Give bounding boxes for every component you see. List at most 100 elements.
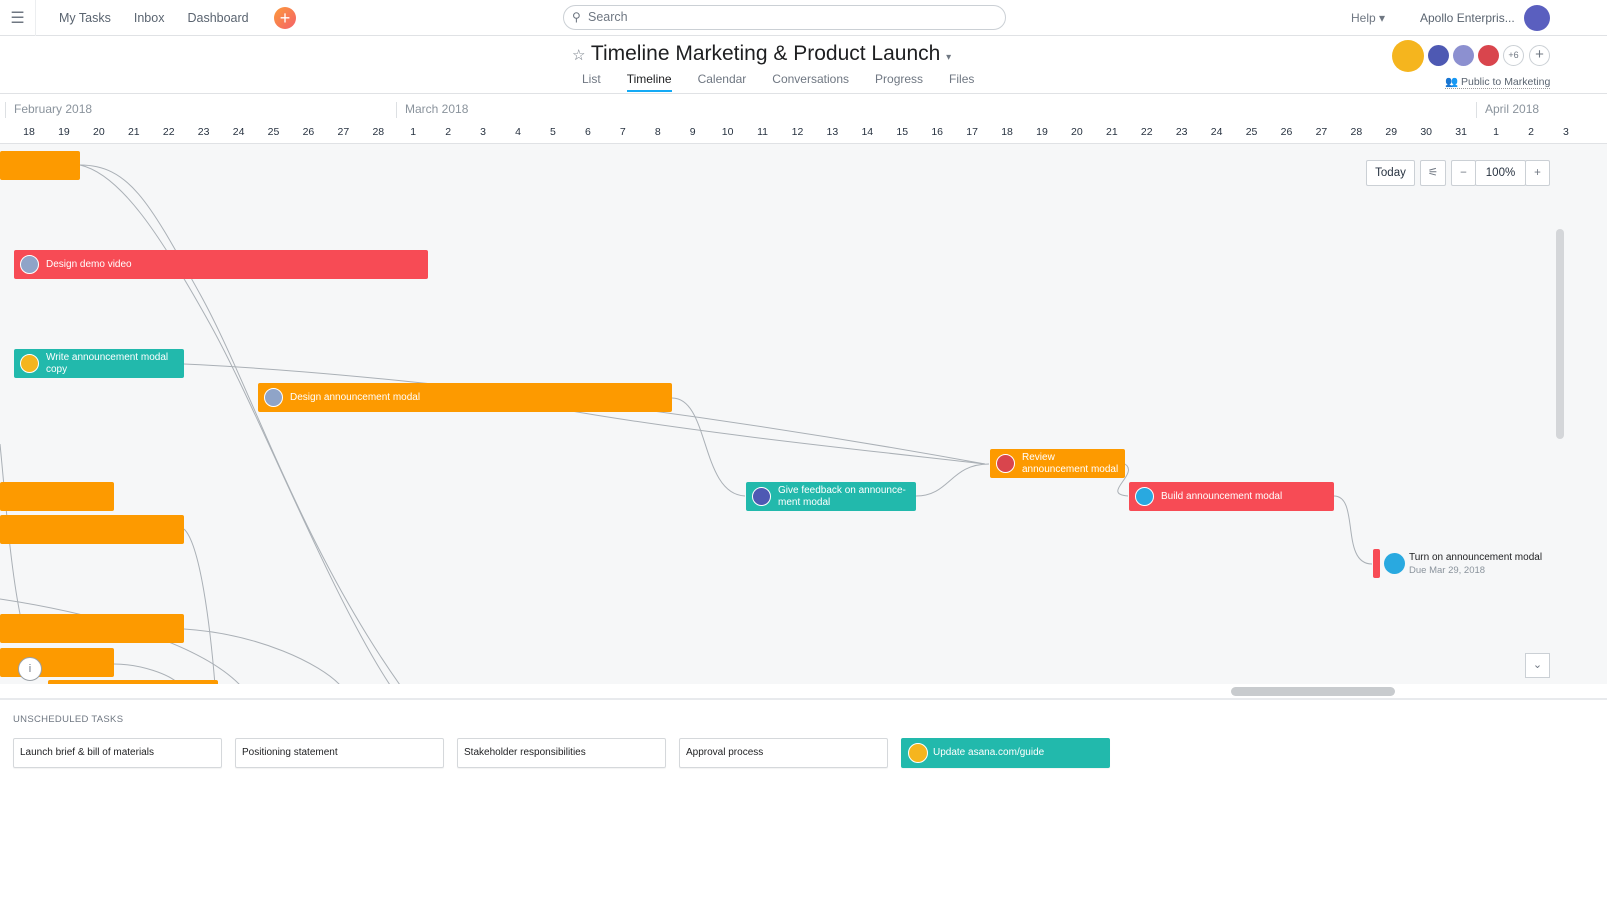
day-label: 1 bbox=[1493, 126, 1499, 138]
day-label: 19 bbox=[1036, 126, 1048, 138]
task-bar-give-feedback[interactable]: Give feedback on announce-ment modal bbox=[746, 482, 916, 511]
task-bar-write-announcement-modal-copy[interactable]: Write announcement modal copy bbox=[14, 349, 184, 378]
nav-my-tasks[interactable]: My Tasks bbox=[59, 11, 111, 25]
divider bbox=[0, 698, 1607, 700]
month-label: February 2018 bbox=[5, 102, 92, 118]
day-label: 13 bbox=[826, 126, 839, 138]
day-label: 25 bbox=[267, 126, 280, 138]
zoom-in-button[interactable]: + bbox=[1525, 160, 1550, 186]
day-label: 4 bbox=[515, 126, 521, 138]
tab-conversations[interactable]: Conversations bbox=[772, 72, 849, 92]
people-icon: 👥 bbox=[1445, 76, 1459, 88]
milestone-marker[interactable] bbox=[1373, 549, 1380, 578]
day-label: 26 bbox=[302, 126, 315, 138]
help-menu[interactable]: Help ▾ bbox=[1351, 11, 1385, 25]
chevron-down-icon[interactable]: ▾ bbox=[946, 52, 951, 63]
day-label: 23 bbox=[197, 126, 210, 138]
day-label: 17 bbox=[966, 126, 978, 138]
unscheduled-task[interactable]: Positioning statement bbox=[235, 738, 444, 768]
org-switcher[interactable]: Apollo Enterpris... bbox=[1420, 11, 1515, 25]
day-label: 21 bbox=[127, 126, 140, 138]
unscheduled-label: UNSCHEDULED TASKS bbox=[13, 714, 124, 725]
task-bar-build-announcement-modal[interactable]: Build announcement modal bbox=[1129, 482, 1334, 511]
day-label: 16 bbox=[931, 126, 944, 138]
horizontal-scrollbar[interactable] bbox=[1231, 687, 1395, 696]
info-icon[interactable]: i bbox=[18, 657, 42, 681]
day-label: 18 bbox=[23, 126, 35, 138]
day-label: 28 bbox=[1350, 126, 1363, 138]
day-label: 22 bbox=[1140, 126, 1153, 138]
user-avatar[interactable] bbox=[1524, 5, 1550, 31]
day-label: 23 bbox=[1175, 126, 1188, 138]
day-label: 27 bbox=[337, 126, 350, 138]
tab-timeline[interactable]: Timeline bbox=[626, 72, 672, 92]
star-icon[interactable]: ☆ bbox=[572, 47, 585, 64]
task-bar[interactable] bbox=[48, 680, 218, 684]
task-bar[interactable] bbox=[0, 515, 184, 544]
day-label: 3 bbox=[480, 126, 486, 138]
tab-progress[interactable]: Progress bbox=[875, 72, 923, 92]
timeline-canvas[interactable]: Design demo video Write announcement mod… bbox=[0, 143, 1607, 684]
day-label: 7 bbox=[619, 126, 626, 138]
assignee-avatar bbox=[996, 454, 1015, 473]
menu-icon[interactable]: ☰ bbox=[0, 0, 36, 36]
assignee-avatar bbox=[1135, 487, 1154, 506]
tab-files[interactable]: Files bbox=[949, 72, 974, 92]
day-label: 19 bbox=[58, 126, 70, 138]
member-avatar[interactable] bbox=[1478, 45, 1499, 66]
quick-add-button[interactable]: + bbox=[274, 7, 296, 29]
member-avatar[interactable] bbox=[1428, 45, 1449, 66]
month-label: April 2018 bbox=[1476, 102, 1539, 118]
day-label: 26 bbox=[1280, 126, 1293, 138]
tab-list[interactable]: List bbox=[582, 72, 601, 92]
task-bar[interactable] bbox=[0, 614, 184, 643]
day-label: 20 bbox=[93, 126, 105, 138]
task-turn-on-announcement-modal[interactable]: Turn on announcement modal bbox=[1409, 552, 1542, 563]
day-label: 10 bbox=[721, 126, 734, 138]
day-label: 21 bbox=[1105, 126, 1118, 138]
search-input[interactable]: ⚲ Search bbox=[563, 5, 1006, 30]
tab-calendar[interactable]: Calendar bbox=[698, 72, 747, 92]
member-avatar[interactable] bbox=[1453, 45, 1474, 66]
day-label: 2 bbox=[1528, 126, 1534, 138]
day-label: 31 bbox=[1455, 126, 1467, 138]
task-bar-review-announcement-modal[interactable]: Review announcement modal bbox=[990, 449, 1125, 478]
scroll-down-button[interactable]: ⌄ bbox=[1525, 653, 1550, 678]
unscheduled-task[interactable]: Launch brief & bill of materials bbox=[13, 738, 222, 768]
task-bar[interactable] bbox=[0, 151, 80, 180]
day-label: 2 bbox=[445, 126, 452, 138]
more-members-badge[interactable]: +6 bbox=[1503, 45, 1524, 66]
day-label: 6 bbox=[584, 126, 591, 138]
zoom-out-button[interactable]: − bbox=[1451, 160, 1476, 186]
task-bar-design-announcement-modal[interactable]: Design announcement modal bbox=[258, 383, 672, 412]
privacy-setting[interactable]: 👥 Public to Marketing bbox=[1445, 75, 1551, 89]
nav-dashboard[interactable]: Dashboard bbox=[187, 11, 248, 25]
nav-inbox[interactable]: Inbox bbox=[134, 11, 165, 25]
zoom-level: 100% bbox=[1475, 160, 1526, 186]
assignee-avatar bbox=[20, 354, 39, 373]
task-bar-design-demo-video[interactable]: Design demo video bbox=[14, 250, 428, 279]
day-label: 18 bbox=[1001, 126, 1013, 138]
filter-settings-icon[interactable]: ⚟ bbox=[1420, 160, 1446, 186]
dependency-lines bbox=[0, 164, 1373, 684]
day-label: 3 bbox=[1562, 126, 1569, 138]
owner-avatar[interactable] bbox=[1392, 40, 1424, 72]
day-label: 27 bbox=[1315, 126, 1328, 138]
today-button[interactable]: Today bbox=[1366, 160, 1415, 186]
task-bar[interactable] bbox=[0, 648, 114, 677]
unscheduled-task[interactable]: Update asana.com/guide bbox=[901, 738, 1110, 768]
assignee-avatar bbox=[20, 255, 39, 274]
day-label: 20 bbox=[1071, 126, 1083, 138]
project-title: ☆ Timeline Marketing & Product Launch ▾ bbox=[572, 42, 952, 65]
unscheduled-task[interactable]: Stakeholder responsibilities bbox=[457, 738, 666, 768]
unscheduled-task[interactable]: Approval process bbox=[679, 738, 888, 768]
day-label: 9 bbox=[689, 126, 696, 138]
day-label: 24 bbox=[232, 126, 245, 138]
add-member-button[interactable]: + bbox=[1529, 45, 1550, 66]
day-label: 28 bbox=[372, 126, 385, 138]
task-due-date: Due Mar 29, 2018 bbox=[1409, 565, 1486, 576]
day-label: 29 bbox=[1385, 126, 1398, 138]
task-bar[interactable] bbox=[0, 482, 114, 511]
vertical-scrollbar[interactable] bbox=[1556, 229, 1564, 439]
day-label: 12 bbox=[791, 126, 804, 138]
